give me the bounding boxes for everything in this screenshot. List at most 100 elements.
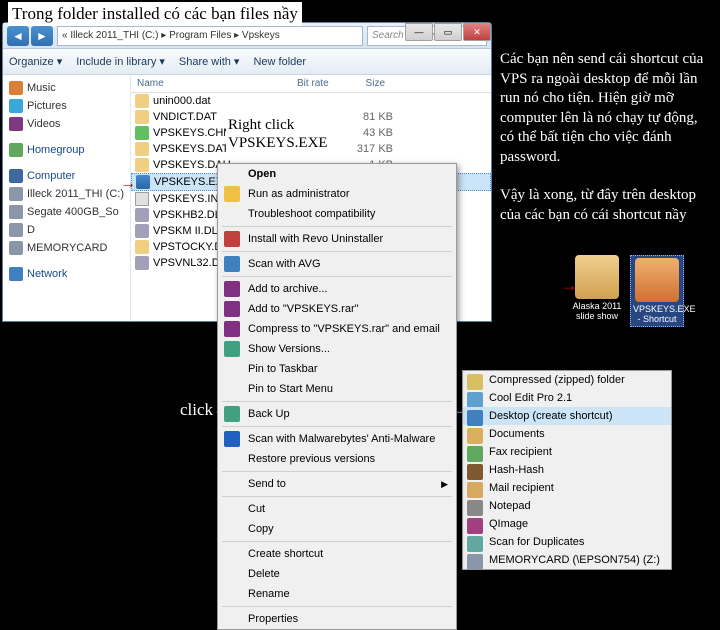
- sendto-label: QImage: [489, 518, 528, 530]
- sidebar-network[interactable]: Network: [5, 265, 128, 283]
- context-menu: Open Run as administrator Troubleshoot com…: [217, 163, 457, 630]
- desktop-icon-alaska[interactable]: Alaska 2011 slide show: [570, 255, 624, 327]
- sendto-item[interactable]: Documents: [463, 425, 671, 443]
- menu-item[interactable]: Copy: [218, 519, 456, 539]
- menu-item[interactable]: Scan with Malwarebytes' Anti-Malware: [218, 429, 456, 449]
- sendto-item[interactable]: Mail recipient: [463, 479, 671, 497]
- close-button[interactable]: ✕: [463, 23, 491, 41]
- sendto-item[interactable]: Fax recipient: [463, 443, 671, 461]
- menu-item-label: Troubleshoot compatibility: [248, 208, 375, 220]
- file-icon: [135, 208, 149, 222]
- sendto-item[interactable]: Notepad: [463, 497, 671, 515]
- sendto-icon: [467, 500, 483, 516]
- menu-item-label: Run as administrator: [248, 188, 350, 200]
- menu-item[interactable]: Send to▶: [218, 474, 456, 494]
- sidebar-drive-d[interactable]: D: [5, 221, 128, 239]
- sidebar-videos[interactable]: Videos: [5, 115, 128, 133]
- menu-item[interactable]: Add to "VPSKEYS.rar": [218, 299, 456, 319]
- nav-back-button[interactable]: ◄: [7, 26, 29, 46]
- sendto-submenu: Compressed (zipped) folder Cool Edit Pro …: [462, 370, 672, 570]
- file-icon: [135, 158, 149, 172]
- menu-item[interactable]: Compress to "VPSKEYS.rar" and email: [218, 319, 456, 339]
- rar-icon: [224, 281, 240, 297]
- menu-item-label: Open: [248, 168, 276, 180]
- menu-item[interactable]: Run as administrator: [218, 184, 456, 204]
- file-icon: [135, 240, 149, 254]
- menu-item[interactable]: Create shortcut: [218, 544, 456, 564]
- menu-item-label: Delete: [248, 568, 280, 580]
- sidebar-drive-c[interactable]: Illeck 2011_THI (C:): [5, 185, 128, 203]
- menu-item[interactable]: Show Versions...: [218, 339, 456, 359]
- sendto-label: Mail recipient: [489, 482, 554, 494]
- sidebar-drive-segate[interactable]: Segate 400GB_So: [5, 203, 128, 221]
- toolbar-newfolder[interactable]: New folder: [253, 56, 306, 68]
- menu-item-label: Copy: [248, 523, 274, 535]
- sendto-item[interactable]: Scan for Duplicates: [463, 533, 671, 551]
- maximize-button[interactable]: ▭: [434, 23, 462, 41]
- window-controls: — ▭ ✕: [404, 23, 491, 41]
- menu-item[interactable]: Add to archive...: [218, 279, 456, 299]
- sendto-label: MEMORYCARD (\EPSON754) (Z:): [489, 554, 660, 566]
- computer-icon: [9, 169, 23, 183]
- sendto-icon: [467, 374, 483, 390]
- sendto-icon: [467, 554, 483, 570]
- menu-item[interactable]: Rename: [218, 584, 456, 604]
- toolbar-include[interactable]: Include in library ▾: [76, 55, 165, 68]
- menu-item[interactable]: Open: [218, 164, 456, 184]
- file-icon: [135, 110, 149, 124]
- minimize-button[interactable]: —: [405, 23, 433, 41]
- sendto-item[interactable]: QImage: [463, 515, 671, 533]
- menu-item-label: Cut: [248, 503, 265, 515]
- sidebar-memorycard[interactable]: MEMORYCARD: [5, 239, 128, 257]
- sendto-label: Cool Edit Pro 2.1: [489, 392, 572, 404]
- sidebar-homegroup[interactable]: Homegroup: [5, 141, 128, 159]
- toolbar-share[interactable]: Share with ▾: [179, 55, 240, 68]
- instruction-paragraph-1: Các bạn nên send cái shortcut của VPS ra…: [500, 50, 710, 167]
- menu-item[interactable]: Restore previous versions: [218, 449, 456, 469]
- sendto-item[interactable]: MEMORYCARD (\EPSON754) (Z:): [463, 551, 671, 569]
- callout-rightclick: Right click VPSKEYS.EXE: [226, 114, 330, 154]
- menu-item[interactable]: Cut: [218, 499, 456, 519]
- column-header[interactable]: Name Bit rate Size: [131, 75, 491, 93]
- shield-icon: [224, 186, 240, 202]
- menu-item[interactable]: Scan with AVG: [218, 254, 456, 274]
- sidebar-computer[interactable]: Computer: [5, 167, 128, 185]
- desktop-icon-vpskeys-shortcut[interactable]: VPSKEYS.EXE - Shortcut: [630, 255, 684, 327]
- breadcrumb[interactable]: « Illeck 2011_THI (C:) ▸ Program Files ▸…: [57, 26, 363, 46]
- menu-item-label: Add to "VPSKEYS.rar": [248, 303, 359, 315]
- sendto-label: Compressed (zipped) folder: [489, 374, 625, 386]
- menu-item-label: Scan with AVG: [248, 258, 321, 270]
- sendto-icon: [467, 410, 483, 426]
- sendto-item[interactable]: Compressed (zipped) folder: [463, 371, 671, 389]
- toolbar-organize[interactable]: Organize ▾: [9, 55, 62, 68]
- sidebar-music[interactable]: Music: [5, 79, 128, 97]
- file-row[interactable]: unin000.dat: [131, 93, 491, 109]
- menu-item[interactable]: Pin to Start Menu: [218, 379, 456, 399]
- homegroup-icon: [9, 143, 23, 157]
- nav-forward-button[interactable]: ►: [31, 26, 53, 46]
- videos-icon: [9, 117, 23, 131]
- sendto-item[interactable]: Hash-Hash: [463, 461, 671, 479]
- sendto-item[interactable]: Desktop (create shortcut): [463, 407, 671, 425]
- rar-icon: [224, 301, 240, 317]
- folder-icon: [575, 255, 619, 299]
- music-icon: [9, 81, 23, 95]
- menu-item[interactable]: Troubleshoot compatibility: [218, 204, 456, 224]
- file-icon: [135, 94, 149, 108]
- sendto-item[interactable]: Cool Edit Pro 2.1: [463, 389, 671, 407]
- shortcut-icon: [635, 258, 679, 302]
- menu-item[interactable]: Back Up: [218, 404, 456, 424]
- menu-item-label: Show Versions...: [248, 343, 330, 355]
- avg-icon: [224, 256, 240, 272]
- menu-item[interactable]: Properties: [218, 609, 456, 629]
- sidebar-pictures[interactable]: Pictures: [5, 97, 128, 115]
- drive-icon: [9, 241, 23, 255]
- menu-item[interactable]: Install with Revo Uninstaller: [218, 229, 456, 249]
- menu-item-label: Pin to Start Menu: [248, 383, 333, 395]
- menu-item-label: Compress to "VPSKEYS.rar" and email: [248, 323, 440, 335]
- menu-item[interactable]: Pin to Taskbar: [218, 359, 456, 379]
- sendto-icon: [467, 428, 483, 444]
- caption-top: Trong folder installed có các bạn files …: [8, 2, 302, 26]
- menu-item[interactable]: Delete: [218, 564, 456, 584]
- backup-icon: [224, 341, 240, 357]
